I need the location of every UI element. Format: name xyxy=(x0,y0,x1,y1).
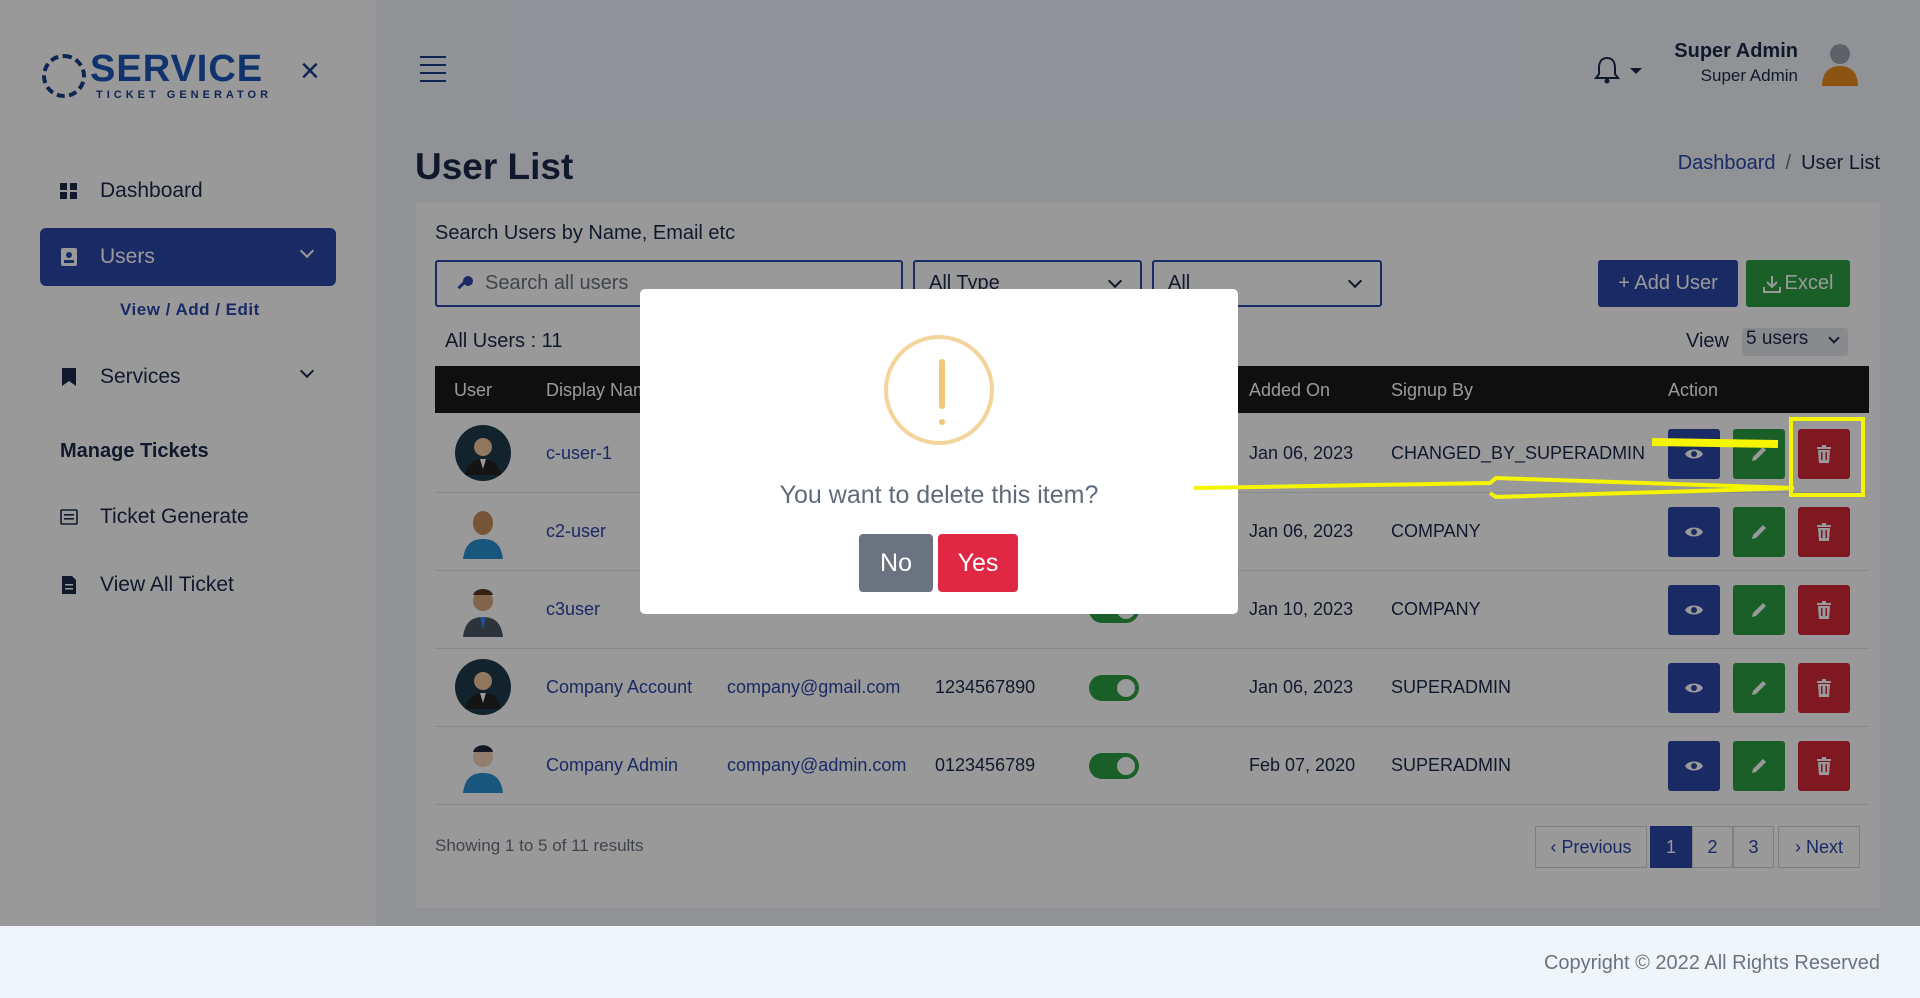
warning-icon xyxy=(884,335,994,445)
copyright: Copyright © 2022 All Rights Reserved xyxy=(1543,952,1880,974)
yes-button[interactable]: Yes xyxy=(938,534,1018,592)
dialog-message: You want to delete this item? xyxy=(779,481,1099,509)
delete-confirm-dialog: You want to delete this item? No Yes xyxy=(640,289,1238,614)
no-button[interactable]: No xyxy=(859,534,933,592)
